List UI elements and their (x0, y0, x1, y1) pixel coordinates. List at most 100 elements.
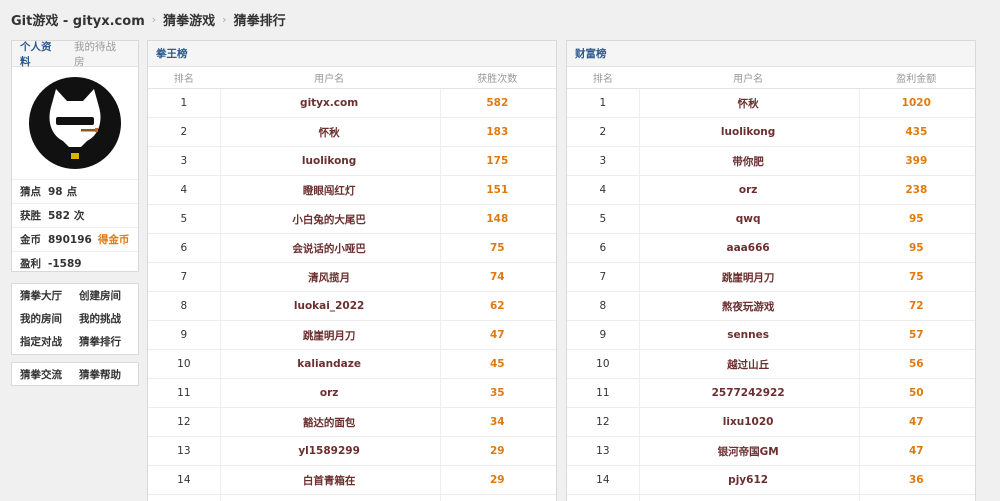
username-link[interactable]: 银河帝国GM (639, 444, 858, 459)
value-cell: 50 (908, 387, 924, 399)
value-cell: 95 (908, 242, 924, 254)
rank-cell: 7 (180, 271, 188, 283)
panel-title: 财富榜 (567, 41, 975, 67)
username-link[interactable]: luolikong (220, 155, 439, 167)
rank-cell: 8 (599, 300, 607, 312)
menu-hall[interactable]: 猜拳大厅 (20, 288, 79, 303)
menu-designated-battle[interactable]: 指定对战 (20, 334, 79, 349)
table-row: 6 aaa666 95 (567, 234, 975, 263)
table-row: 1 怀秋 1020 (567, 89, 975, 118)
username-link[interactable]: 带你肥 (639, 154, 858, 169)
username-link[interactable]: 2577242922 (639, 387, 858, 399)
rank-cell: 14 (177, 474, 191, 486)
table-row: 10 kaliandaze 45 (148, 350, 556, 379)
help-menu: 猜拳交流 猜拳帮助 (11, 362, 139, 386)
value-cell: 148 (486, 213, 509, 225)
stat-coins: 金币 890196 得金币 (12, 227, 138, 251)
panel-title: 拳王榜 (148, 41, 556, 67)
value-cell: 47 (908, 445, 924, 457)
username-link[interactable]: 怀秋 (220, 125, 439, 140)
rank-cell: 13 (177, 445, 191, 457)
value-cell: 62 (489, 300, 505, 312)
earn-coins-link[interactable]: 得金币 (98, 232, 130, 247)
menu-ranking[interactable]: 猜拳排行 (79, 334, 138, 349)
table-row: 4 orz 238 (567, 176, 975, 205)
rank-cell: 12 (177, 416, 191, 428)
username-link[interactable]: 小白兔的大尾巴 (220, 212, 439, 227)
username-link[interactable]: lixu1020 (639, 416, 858, 428)
value-cell: 29 (489, 474, 505, 486)
table-row: 9 sennes 57 (567, 321, 975, 350)
table-row: 14 pjy612 36 (567, 466, 975, 495)
value-cell: 57 (908, 329, 924, 341)
table-row: 12 lixu1020 47 (567, 408, 975, 437)
username-link[interactable]: 熬夜玩游戏 (639, 299, 858, 314)
rank-cell: 6 (599, 242, 607, 254)
menu-create-room[interactable]: 创建房间 (79, 288, 138, 303)
username-link[interactable]: 跳崖明月刀 (220, 328, 439, 343)
table-body: 1 怀秋 1020 2 luolikong 435 3 带你肥 399 4 orz 238 5 qwq 95… (567, 89, 975, 495)
chevron-right-icon: › (222, 12, 227, 26)
username-link[interactable]: kaliandaze (220, 358, 439, 370)
rank-cell: 4 (180, 184, 188, 196)
tab-my-rooms[interactable]: 我的待战房 (74, 39, 124, 69)
profile-stats: 猜点 98 点 获胜 582 次 金币 890196 得金币 盈利 -1589 (12, 179, 138, 275)
tab-profile[interactable]: 个人资料 (20, 39, 60, 69)
table-row: 11 2577242922 50 (567, 379, 975, 408)
value-cell: 95 (908, 213, 924, 225)
rank-cell: 11 (177, 387, 191, 399)
rank-cell: 1 (599, 97, 607, 109)
rank-cell: 3 (180, 155, 188, 167)
username-link[interactable]: 越过山丘 (639, 357, 858, 372)
rank-cell: 7 (599, 271, 607, 283)
rank-cell: 1 (180, 97, 188, 109)
table-row: 1 gityx.com 582 (148, 89, 556, 118)
rank-cell: 10 (596, 358, 610, 370)
table-row: 8 luokai_2022 62 (148, 292, 556, 321)
value-cell: 34 (489, 416, 505, 428)
value-cell: 47 (908, 416, 924, 428)
username-link[interactable]: qwq (639, 213, 858, 225)
breadcrumb-site[interactable]: Git游戏 - gityx.com (11, 10, 145, 29)
username-link[interactable]: luolikong (639, 126, 858, 138)
rank-cell: 8 (180, 300, 188, 312)
username-link[interactable]: 会说话的小哑巴 (220, 241, 439, 256)
chevron-right-icon: › (151, 12, 157, 26)
username-link[interactable]: yl1589299 (220, 445, 439, 457)
username-link[interactable]: aaa666 (639, 242, 858, 254)
value-cell: 399 (905, 155, 928, 167)
username-link[interactable]: sennes (639, 329, 858, 341)
username-link[interactable]: orz (220, 387, 439, 399)
rank-cell: 6 (180, 242, 188, 254)
menu-discussion[interactable]: 猜拳交流 (20, 367, 79, 382)
username-link[interactable]: 瞪眼闯红灯 (220, 183, 439, 198)
table-row: 5 qwq 95 (567, 205, 975, 234)
username-link[interactable]: gityx.com (220, 97, 439, 109)
username-link[interactable]: pjy612 (639, 474, 858, 486)
menu-help[interactable]: 猜拳帮助 (79, 367, 138, 382)
value-cell: 75 (489, 242, 505, 254)
username-link[interactable]: 跳崖明月刀 (639, 270, 858, 285)
value-cell: 175 (486, 155, 509, 167)
username-link[interactable]: 白首青箱在 (220, 473, 439, 488)
username-link[interactable]: 豁达的面包 (220, 415, 439, 430)
rank-cell: 14 (596, 474, 610, 486)
table-row: 13 yl1589299 29 (148, 437, 556, 466)
table-row: 7 清风揽月 74 (148, 263, 556, 292)
table-header: 排名 用户名 获胜次数 (148, 67, 556, 89)
value-cell: 74 (489, 271, 505, 283)
breadcrumb-game[interactable]: 猜拳游戏 (163, 10, 215, 29)
username-link[interactable]: 怀秋 (639, 96, 858, 111)
menu-my-challenges[interactable]: 我的挑战 (79, 311, 138, 326)
menu-my-rooms[interactable]: 我的房间 (20, 311, 79, 326)
table-row: 7 跳崖明月刀 75 (567, 263, 975, 292)
value-cell: 75 (908, 271, 924, 283)
username-link[interactable]: orz (639, 184, 858, 196)
username-link[interactable]: 清风揽月 (220, 270, 439, 285)
wins-leaderboard: 拳王榜 排名 用户名 获胜次数 1 gityx.com 582 2 怀秋 183 3 luol… (147, 40, 557, 501)
breadcrumb: Git游戏 - gityx.com › 猜拳游戏 › 猜拳排行 (11, 9, 286, 29)
username-link[interactable]: luokai_2022 (220, 300, 439, 312)
rank-cell: 4 (599, 184, 607, 196)
rank-cell: 12 (596, 416, 610, 428)
profile-card: 个人资料 我的待战房 猜点 98 点 获胜 582 次 金币 890196 得金… (11, 40, 139, 272)
